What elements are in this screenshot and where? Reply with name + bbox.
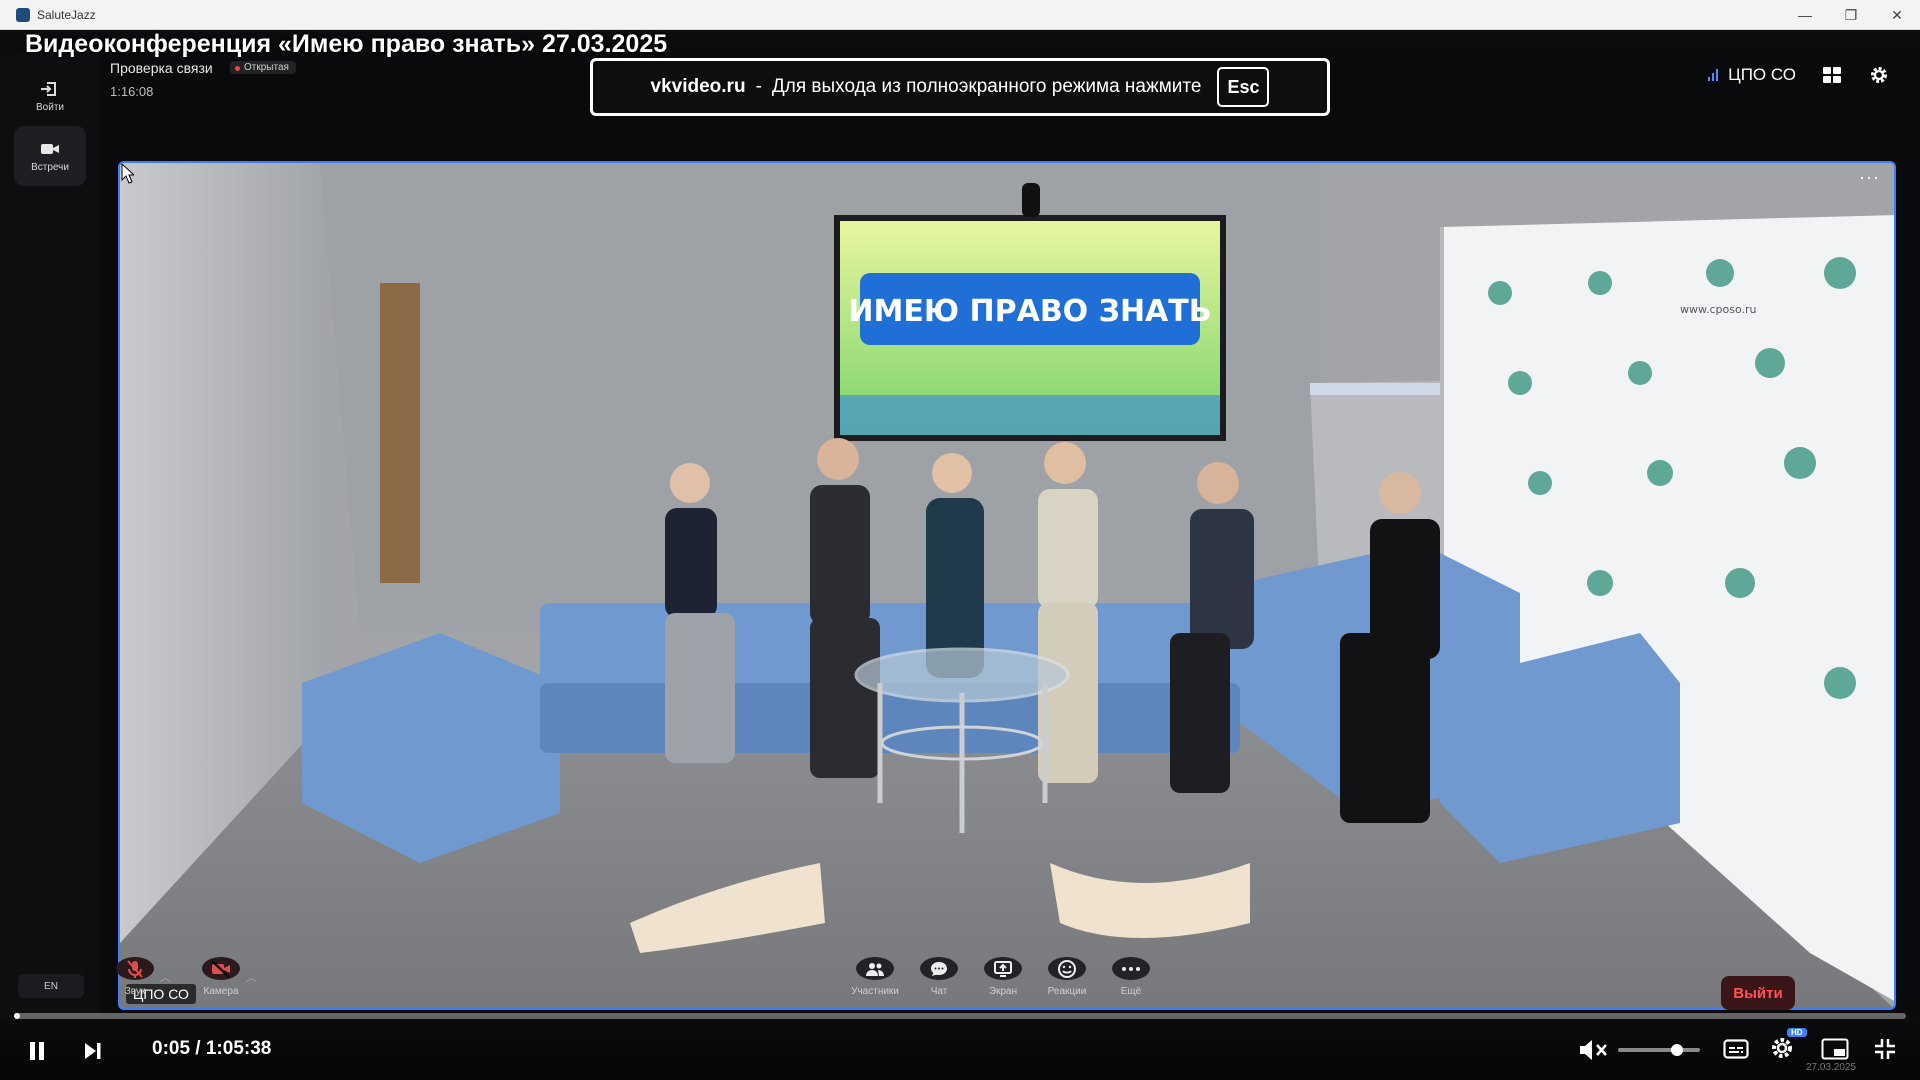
exit-fullscreen-icon: [1875, 1039, 1895, 1059]
video-progress-bar[interactable]: [14, 1013, 1906, 1019]
volume-slider-thumb[interactable]: [1671, 1044, 1683, 1056]
screen-label: Экран: [988, 986, 1018, 997]
backdrop-text: www.cposo.ru: [1680, 303, 1757, 316]
chat-icon: [931, 961, 947, 976]
volume-muted-icon: [1580, 1040, 1607, 1060]
minimize-button[interactable]: —: [1782, 0, 1828, 30]
volume-slider[interactable]: [1618, 1044, 1700, 1056]
chat-button[interactable]: Чат: [916, 957, 962, 997]
subtitles-icon: [1723, 1039, 1749, 1059]
camera-icon: [41, 143, 59, 154]
stage-more-button[interactable]: ···: [1859, 167, 1880, 188]
reactions-button[interactable]: Реакции: [1044, 957, 1090, 997]
player-controls: 0:05 / 1:05:38 HD 27.03.2025: [0, 1022, 1920, 1080]
conference-app: Войти Встречи EN Проверка связи Открытая…: [0, 52, 1920, 1017]
login-label: Войти: [36, 101, 64, 113]
mic-muted-icon: [127, 959, 143, 978]
meeting-name: Проверка связи: [110, 60, 213, 76]
left-rail: Войти Встречи EN: [0, 52, 100, 1017]
camera-toggle[interactable]: Камера: [198, 957, 244, 997]
more-dots-icon: [1122, 966, 1140, 971]
participants-button[interactable]: Участники: [851, 957, 899, 997]
video-stage[interactable]: ИМЕЮ ПРАВО ЗНАТЬ www.cposo.ru ··· ЦПО СО: [118, 161, 1896, 1010]
smiley-icon: [1058, 959, 1076, 978]
window-titlebar: SaluteJazz — ❐ ✕: [0, 0, 1920, 30]
reactions-label: Реакции: [1047, 986, 1087, 997]
participants-icon: [866, 962, 884, 976]
exit-fullscreen-button[interactable]: [1872, 1036, 1898, 1062]
camera-off-icon: [211, 959, 230, 978]
participants-label: Участники: [851, 986, 899, 997]
camera-options-chevron-icon[interactable]: ︿: [246, 969, 257, 985]
window-controls: — ❐ ✕: [1782, 0, 1920, 30]
sound-toggle[interactable]: Звук: [112, 957, 158, 997]
video-title: Видеоконференция «Имею право знать» 27.0…: [25, 30, 668, 58]
settings-gear-icon[interactable]: [1868, 64, 1890, 86]
sound-label: Звук: [124, 986, 146, 997]
screen-banner-text: ИМЕЮ ПРАВО ЗНАТЬ: [848, 294, 1211, 329]
organization-indicator[interactable]: ЦПО СО: [1708, 65, 1796, 85]
notice-message: Для выхода из полноэкранного режима нажм…: [771, 76, 1202, 97]
video-progress-fill: [14, 1013, 20, 1019]
next-icon: [85, 1043, 101, 1059]
studio-scene: ИМЕЮ ПРАВО ЗНАТЬ www.cposo.ru: [120, 163, 1894, 1008]
screen-share-button[interactable]: Экран: [980, 957, 1026, 997]
grid-layout-icon[interactable]: [1822, 65, 1842, 85]
sound-options-chevron-icon[interactable]: ︿: [160, 969, 171, 985]
window-title: SaluteJazz: [37, 8, 96, 22]
mouse-cursor-icon: [121, 163, 134, 184]
maximize-button[interactable]: ❐: [1828, 0, 1874, 30]
top-right-controls: ЦПО СО: [1708, 64, 1890, 86]
pause-icon: [30, 1042, 44, 1060]
pause-button[interactable]: [26, 1040, 48, 1062]
meeting-timer: 1:16:08: [110, 84, 154, 99]
meetings-label: Встречи: [31, 161, 69, 173]
picture-in-picture-button[interactable]: [1820, 1036, 1850, 1062]
login-icon: [41, 81, 56, 96]
meeting-controls: Звук ︿ Камера ︿ Участники Чат Экран Реак…: [100, 957, 1920, 1017]
more-label: Ещё: [1120, 986, 1142, 997]
camera-label: Камера: [203, 986, 239, 997]
notice-separator: -: [755, 76, 762, 97]
pip-icon: [1821, 1038, 1849, 1060]
language-switch[interactable]: EN: [18, 974, 84, 998]
meeting-access-badge: Открытая: [230, 61, 296, 74]
leave-button[interactable]: Выйти: [1721, 976, 1795, 1010]
chat-label: Чат: [930, 986, 948, 997]
close-button[interactable]: ✕: [1874, 0, 1920, 30]
notice-domain: vkvideo.ru: [650, 76, 746, 97]
settings-gear-icon: [1772, 1038, 1792, 1058]
organization-name: ЦПО СО: [1728, 65, 1796, 84]
tray-date: 27.03.2025: [1806, 1062, 1857, 1073]
subtitles-button[interactable]: [1722, 1036, 1750, 1062]
screen-share-icon: [994, 960, 1012, 977]
signal-icon: [1708, 69, 1719, 81]
login-button[interactable]: Войти: [14, 66, 86, 126]
next-button[interactable]: [82, 1040, 104, 1062]
app-logo-icon: [16, 8, 30, 22]
esc-key-hint: Esc: [1217, 67, 1270, 107]
playback-time: 0:05 / 1:05:38: [152, 1038, 272, 1059]
meetings-button[interactable]: Встречи: [14, 126, 86, 186]
mute-button[interactable]: [1578, 1036, 1608, 1064]
more-button[interactable]: Ещё: [1108, 957, 1154, 997]
screen: SaluteJazz — ❐ ✕ Войти Встречи EN Провер…: [0, 0, 1920, 1080]
hd-badge: HD: [1787, 1028, 1807, 1037]
fullscreen-notice: vkvideo.ru - Для выхода из полноэкранног…: [590, 58, 1330, 116]
quality-settings-button[interactable]: [1768, 1034, 1796, 1062]
